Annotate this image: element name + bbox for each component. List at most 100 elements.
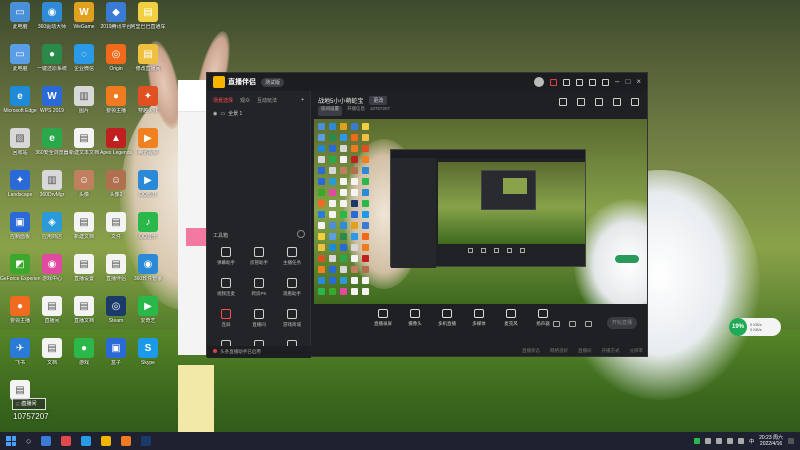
live-companion-window[interactable]: 直播伴侣 测试版 – □ × 场景选择 观众 互动玩法 + ◉ ▭ 全景 1 工… xyxy=(206,72,648,358)
desktop-icon[interactable]: ● 游戏 xyxy=(66,338,102,376)
gift-icon[interactable] xyxy=(576,78,584,86)
capture-source-button[interactable]: 麦克风 xyxy=(500,309,522,327)
desktop-icon[interactable]: ▤ 文档 xyxy=(34,338,70,376)
tray-icon[interactable] xyxy=(705,438,712,444)
eye-icon[interactable]: ◉ xyxy=(213,111,217,117)
desktop-icon[interactable]: ▤ 修改直播间 xyxy=(130,44,166,82)
desktop-icon[interactable]: ◌ 企业微信 xyxy=(66,44,102,82)
network-icon[interactable] xyxy=(727,438,734,444)
room-settings-link[interactable]: 房间设置 xyxy=(318,106,342,116)
desktop-icon[interactable]: ▭ 此电脑 xyxy=(2,2,38,40)
tab-interaction[interactable]: 互动玩法 xyxy=(257,97,277,104)
skin-icon[interactable] xyxy=(589,78,597,86)
notification-center-icon[interactable] xyxy=(788,438,794,444)
tool-item[interactable]: 主播任务 xyxy=(277,247,307,273)
desktop-icon[interactable]: ▤ 阿里巴巴直通车 xyxy=(130,2,166,40)
layout-icon[interactable] xyxy=(559,98,567,106)
capture-source-button[interactable]: 扬声器 xyxy=(532,309,554,327)
ime-icon[interactable]: 中 xyxy=(749,438,754,445)
split-icon[interactable] xyxy=(577,98,585,106)
settings-icon[interactable] xyxy=(602,78,610,86)
desktop-icon[interactable]: ☺ 头像2 xyxy=(98,170,134,208)
desktop-icon[interactable]: ▤ 新建文本文档 xyxy=(66,128,102,166)
desktop-icon[interactable]: ▥ 360DrvMgr xyxy=(34,170,70,208)
taskbar-app-icon[interactable] xyxy=(61,436,72,446)
desktop-icon[interactable]: ◉ 360驱动大师 xyxy=(34,2,70,40)
tray-icon[interactable] xyxy=(694,438,701,444)
desktop-icon[interactable]: W WPS 2019 xyxy=(34,86,70,124)
desktop-icon[interactable]: ● 要领主播 xyxy=(2,296,38,334)
tab-audience[interactable]: 观众 xyxy=(240,97,250,104)
visibility-icon[interactable] xyxy=(569,321,576,327)
desktop-icon[interactable]: ▧ 回收站 xyxy=(2,128,38,166)
tool-item[interactable]: 视频连麦 xyxy=(211,278,241,304)
desktop-icon[interactable]: ▤ 直播文档 xyxy=(66,296,102,334)
record-icon[interactable] xyxy=(550,78,558,86)
taskbar-app-icon[interactable] xyxy=(81,436,92,446)
taskbar-app-icon[interactable] xyxy=(121,436,132,446)
desktop-icon[interactable]: ▥ 图片 xyxy=(66,86,102,124)
taskbar-app-icon[interactable] xyxy=(141,436,152,446)
start-live-button[interactable]: 开始直播 xyxy=(607,317,637,329)
tool-item[interactable]: 连屏 xyxy=(211,309,241,335)
camera-toggle-icon[interactable] xyxy=(553,321,560,327)
maximize-button[interactable]: □ xyxy=(625,78,630,86)
capture-source-button[interactable]: 多机直播 xyxy=(436,309,458,327)
clock[interactable]: 20:23 周六 2022/4/16 xyxy=(759,435,783,447)
desktop-icon[interactable]: ◉ 360软件管家 xyxy=(130,254,166,292)
tab-scenes[interactable]: 场景选择 xyxy=(213,97,233,104)
desktop-icon[interactable]: S Skype xyxy=(130,338,166,376)
search-icon[interactable]: ○ xyxy=(26,436,31,446)
desktop-icon[interactable]: ♪ QQ音乐 xyxy=(130,212,166,250)
avatar[interactable] xyxy=(534,77,545,87)
desktop-icon[interactable]: ◎ Origin xyxy=(98,44,134,82)
close-button[interactable]: × xyxy=(636,78,641,86)
desktop-icon[interactable]: ▲ Apex Legends xyxy=(98,128,134,166)
scene-row[interactable]: ◉ ▭ 全景 1 xyxy=(207,107,310,120)
desktop-icon[interactable]: ▶ 爱奇艺 xyxy=(130,296,166,334)
tool-item[interactable]: 跨房PK xyxy=(244,278,274,304)
desktop-icon[interactable]: ☺ 头像 xyxy=(66,170,102,208)
version-badge[interactable]: 测试版 xyxy=(261,77,285,87)
fullscreen-icon[interactable] xyxy=(595,98,603,106)
windows-start-icon[interactable] xyxy=(6,436,16,446)
desktop-icon[interactable]: e 360安全浏览器 xyxy=(34,128,70,166)
desktop-icon[interactable]: ▶ QQ影音 xyxy=(130,170,166,208)
desktop-icon[interactable]: ▤ 直播间 xyxy=(34,296,70,334)
minimize-button[interactable]: – xyxy=(615,78,619,86)
tool-item[interactable]: 观看助手 xyxy=(277,278,307,304)
desktop-icon[interactable]: ✦ Landscape xyxy=(2,170,38,208)
desktop-icon[interactable]: ▣ 控制面板 xyxy=(2,212,38,250)
desktop-icon[interactable]: ◉ 游戏中心 xyxy=(34,254,70,292)
live-preview[interactable] xyxy=(314,119,647,304)
desktop-icon[interactable]: ✈ 飞书 xyxy=(2,338,38,376)
tool-item[interactable]: 直播间 xyxy=(244,309,274,335)
tray-icon[interactable] xyxy=(716,438,723,444)
tool-item[interactable]: 游戏商城 xyxy=(277,309,307,335)
volume-icon[interactable] xyxy=(738,438,745,444)
desktop-icon[interactable]: ● 一键还原系统 xyxy=(34,44,70,82)
floating-toggle[interactable] xyxy=(614,254,640,264)
performance-widget[interactable]: 19% 0 KB/s 0 KB/s xyxy=(729,318,781,336)
info-icon[interactable] xyxy=(297,230,305,238)
tool-item[interactable]: 弹幕助手 xyxy=(211,247,241,273)
add-scene-icon[interactable]: + xyxy=(301,97,304,104)
capture-source-button[interactable]: 摄像头 xyxy=(404,309,426,327)
desktop-icon[interactable]: ▤ 文件 xyxy=(98,212,134,250)
edit-room-button[interactable]: 更改 xyxy=(369,95,388,105)
desktop-icon[interactable]: ◩GeForce Experience xyxy=(0,254,40,292)
desktop-icon[interactable]: ✦ 穿越火线 xyxy=(130,86,166,124)
desktop-icon[interactable]: ● 要领主播 xyxy=(98,86,134,124)
desktop-icon[interactable]: ▤ 直播伴侣 xyxy=(98,254,134,292)
desktop-icon[interactable]: ▣ 盒子 xyxy=(98,338,134,376)
tool-item[interactable]: 房管助手 xyxy=(244,247,274,273)
capture-source-button[interactable]: 直播录屏 xyxy=(372,309,394,327)
desktop-icon[interactable]: ◆ 2019腾讯平台 xyxy=(98,2,134,40)
mail-icon[interactable] xyxy=(563,78,571,86)
share-icon[interactable] xyxy=(631,98,639,106)
desktop-icon[interactable]: ◈ 应用商店 xyxy=(34,212,70,250)
title-bar[interactable]: 直播伴侣 测试版 – □ × xyxy=(207,73,647,91)
desktop-icon[interactable]: ◎ Steam xyxy=(98,296,134,334)
task-view-icon[interactable] xyxy=(41,436,52,446)
notification-icon[interactable] xyxy=(613,98,621,106)
